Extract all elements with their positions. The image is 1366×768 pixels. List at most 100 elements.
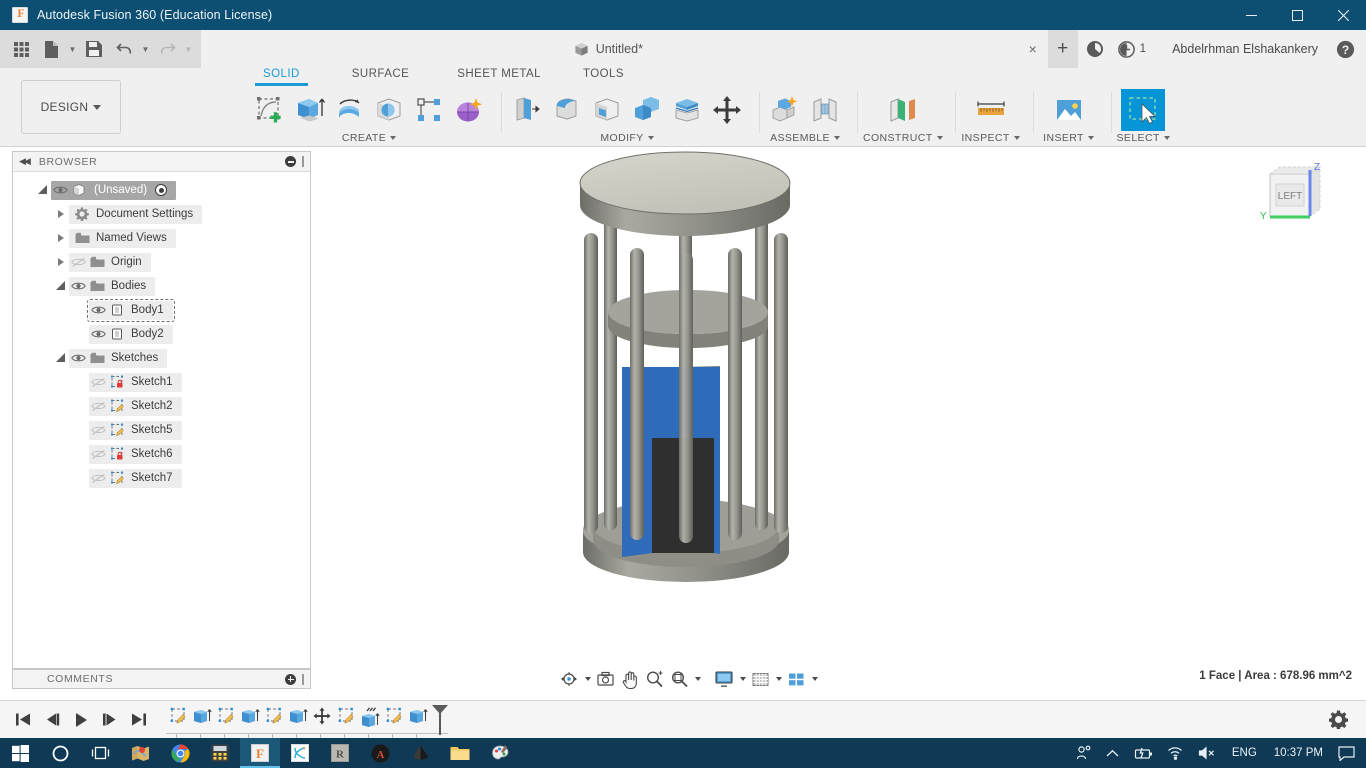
redo-caret-icon[interactable]: ▼ <box>182 34 195 64</box>
visibility-eye-icon[interactable] <box>89 305 108 315</box>
panel-grip[interactable] <box>302 673 304 685</box>
visibility-eye-off-icon[interactable] <box>89 377 108 388</box>
panel-label-insert[interactable]: INSERT <box>1043 131 1094 145</box>
chrome-icon[interactable] <box>160 738 200 768</box>
display-settings-icon[interactable] <box>711 666 737 692</box>
canvas-3d-viewport[interactable]: LEFT Z Y <box>312 148 1366 693</box>
display-settings-caret-icon[interactable] <box>737 666 748 692</box>
timeline-item-extrude[interactable] <box>286 707 310 733</box>
skip-to-start-icon[interactable] <box>12 709 34 731</box>
new-document-tab-button[interactable]: + <box>1047 30 1078 68</box>
volume-muted-icon[interactable] <box>1191 738 1223 768</box>
look-at-icon[interactable] <box>593 666 618 692</box>
panel-label-inspect[interactable]: INSPECT <box>961 131 1020 145</box>
skip-to-end-icon[interactable] <box>128 709 150 731</box>
paint-icon[interactable] <box>480 738 520 768</box>
timeline-item-extrude[interactable] <box>190 707 214 733</box>
new-document-icon[interactable] <box>36 34 66 64</box>
shell-icon[interactable] <box>587 89 627 131</box>
twisty-closed-icon[interactable] <box>53 233 69 243</box>
step-back-icon[interactable] <box>41 709 63 731</box>
timeline-item-extrude[interactable] <box>406 707 430 733</box>
orbit-icon[interactable] <box>556 666 582 692</box>
calculator-icon[interactable] <box>200 738 240 768</box>
windows-start-icon[interactable] <box>0 738 40 768</box>
timeline-item-sketch[interactable] <box>262 707 286 733</box>
visibility-eye-off-icon[interactable] <box>89 401 108 412</box>
timeline-item-sketch[interactable] <box>166 707 190 733</box>
collapse-left-icon[interactable]: ◀◀ <box>19 156 31 167</box>
tree-node-document-settings[interactable]: Document Settings <box>13 202 310 226</box>
select-arrow-icon[interactable] <box>1121 89 1166 131</box>
panel-label-modify[interactable]: MODIFY <box>600 131 654 145</box>
wifi-icon[interactable] <box>1160 738 1191 768</box>
visibility-eye-icon[interactable] <box>89 329 108 339</box>
measure-icon[interactable] <box>961 89 1021 131</box>
visibility-eye-icon[interactable] <box>69 281 88 291</box>
visibility-eye-off-icon[interactable] <box>89 473 108 484</box>
show-hidden-icons-icon[interactable] <box>1099 738 1126 768</box>
fusion360-icon[interactable]: F <box>240 738 280 768</box>
zoom-caret-icon[interactable] <box>692 666 703 692</box>
panel-label-assemble[interactable]: ASSEMBLE <box>770 131 840 145</box>
offset-plane-icon[interactable] <box>873 89 933 131</box>
action-center-icon[interactable] <box>1331 738 1362 768</box>
tree-node-sketch1[interactable]: Sketch1 <box>13 370 310 394</box>
timeline-item-sketch[interactable] <box>382 707 406 733</box>
panel-grip[interactable] <box>302 156 304 167</box>
twisty-open-icon[interactable] <box>53 281 69 291</box>
orbit-caret-icon[interactable] <box>582 666 593 692</box>
inkscape-icon[interactable] <box>400 738 440 768</box>
play-icon[interactable] <box>70 709 92 731</box>
panel-label-create[interactable]: CREATE <box>342 131 397 145</box>
zoom-window-icon[interactable] <box>667 666 692 692</box>
job-status-icon[interactable] <box>1080 30 1110 68</box>
clock-time[interactable]: 10:37 PM <box>1266 747 1331 759</box>
visibility-eye-off-icon[interactable] <box>89 425 108 436</box>
file-explorer-icon[interactable] <box>440 738 480 768</box>
undo-icon[interactable] <box>109 34 139 64</box>
activate-component-radio[interactable] <box>155 184 168 196</box>
close-icon[interactable] <box>1320 0 1366 30</box>
document-tab[interactable]: Untitled* <box>563 30 657 68</box>
pan-hand-icon[interactable] <box>618 666 642 692</box>
insert-image-icon[interactable] <box>1039 89 1099 131</box>
twisty-open-icon[interactable] <box>53 353 69 363</box>
sphere-icon[interactable] <box>369 89 409 131</box>
tab-surface[interactable]: SURFACE <box>352 68 409 84</box>
tree-node-body2[interactable]: Body2 <box>13 322 310 346</box>
user-name-label[interactable]: Abdelrhman Elshakankery <box>1172 42 1318 56</box>
undo-caret-icon[interactable]: ▼ <box>139 34 152 64</box>
timeline-item-extrude[interactable] <box>358 706 382 733</box>
close-document-tab-icon[interactable]: × <box>1020 30 1046 68</box>
tree-node-sketch2[interactable]: Sketch2 <box>13 394 310 418</box>
battery-charging-icon[interactable] <box>1126 738 1160 768</box>
tree-node-bodies[interactable]: Bodies <box>13 274 310 298</box>
viewports-caret-icon[interactable] <box>809 666 820 692</box>
revit-icon[interactable]: R <box>320 738 360 768</box>
panel-label-construct[interactable]: CONSTRUCT <box>863 131 943 145</box>
tab-sheet-metal[interactable]: SHEET METAL <box>457 68 541 84</box>
panel-options-icon[interactable] <box>285 156 296 167</box>
twisty-closed-icon[interactable] <box>53 209 69 219</box>
new-component-icon[interactable] <box>765 89 805 131</box>
add-comment-icon[interactable] <box>285 673 296 685</box>
visibility-eye-off-icon[interactable] <box>69 257 88 268</box>
grid-snap-icon[interactable] <box>748 666 773 692</box>
app-grid-icon[interactable] <box>6 34 36 64</box>
press-pull-icon[interactable] <box>507 89 547 131</box>
tree-node-sketches[interactable]: Sketches <box>13 346 310 370</box>
autocad-icon[interactable]: A <box>360 738 400 768</box>
tree-node-unsaved[interactable]: (Unsaved) <box>13 178 310 202</box>
help-icon[interactable]: ? <box>1330 30 1360 68</box>
tab-solid[interactable]: SOLID <box>255 68 308 86</box>
visibility-eye-icon[interactable] <box>69 353 88 363</box>
tree-node-sketch6[interactable]: Sketch6 <box>13 442 310 466</box>
twisty-closed-icon[interactable] <box>53 257 69 267</box>
split-face-icon[interactable] <box>667 89 707 131</box>
minimize-icon[interactable] <box>1228 0 1274 30</box>
pattern-icon[interactable] <box>409 89 449 131</box>
extrude-icon[interactable] <box>289 89 329 131</box>
joint-icon[interactable] <box>805 89 845 131</box>
form-icon[interactable] <box>449 89 489 131</box>
